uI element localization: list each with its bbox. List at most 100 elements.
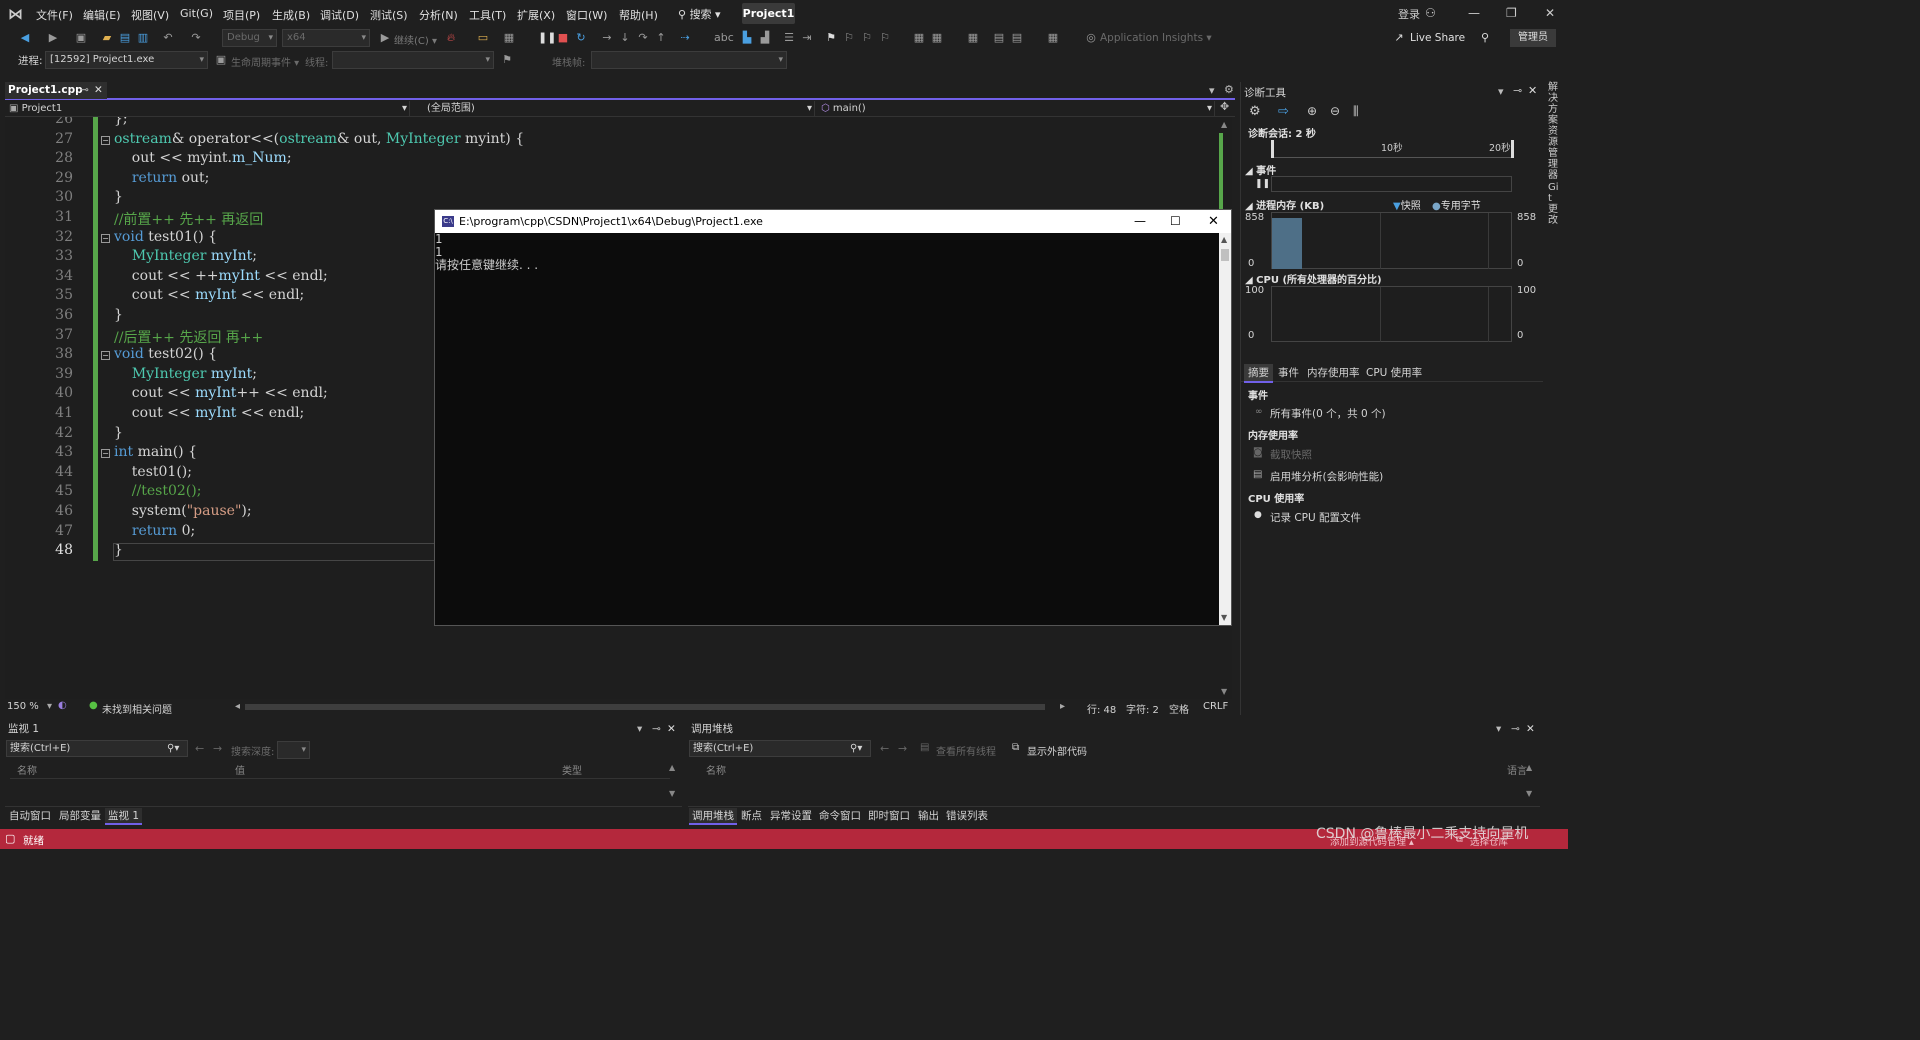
layout-icon-4[interactable]: ▤	[992, 31, 1006, 45]
code-line[interactable]: void test02() {	[114, 346, 217, 362]
layout-icon-6[interactable]: ▦	[1046, 31, 1060, 45]
diag-close-icon[interactable]: ✕	[1528, 84, 1537, 97]
menu-extensions[interactable]: 扩展(X)	[517, 7, 555, 23]
callstack-back-icon[interactable]: ←	[880, 742, 889, 755]
comment-icon[interactable]: ▙	[740, 31, 754, 45]
feedback-icon[interactable]: ⚲	[1478, 31, 1492, 45]
collapse-toggle-icon[interactable]: −	[101, 351, 110, 361]
collapse-toggle-icon[interactable]: −	[101, 135, 110, 145]
bookmark-icon[interactable]: ⚑	[824, 31, 838, 45]
hscroll-right-icon[interactable]: ▸	[1060, 701, 1065, 712]
tab-memory-usage[interactable]: 内存使用率	[1307, 365, 1360, 380]
save-all-icon[interactable]: ▥	[136, 31, 150, 45]
menu-debug[interactable]: 调试(D)	[320, 7, 359, 23]
code-line[interactable]: out << myint.m_Num;	[114, 150, 292, 166]
menu-analyze[interactable]: 分析(N)	[419, 7, 458, 23]
watch-forward-icon[interactable]: →	[213, 742, 222, 755]
callstack-forward-icon[interactable]: →	[898, 742, 907, 755]
callstack-dropdown-icon[interactable]: ▾	[1496, 720, 1501, 738]
new-item-icon[interactable]: ▣	[74, 31, 88, 45]
collapse-toggle-icon[interactable]: −	[101, 449, 110, 459]
app-insights-button[interactable]: Application Insights ▾	[1100, 32, 1212, 44]
close-icon[interactable]: ✕	[1545, 6, 1555, 20]
zoom-out-icon[interactable]: ⊖	[1330, 104, 1340, 118]
tab-breakpoints[interactable]: 断点	[741, 808, 762, 823]
menu-project[interactable]: 项目(P)	[223, 7, 260, 23]
view-all-threads-button[interactable]: 查看所有线程	[936, 743, 996, 758]
continue-button[interactable]: 继续(C) ▾	[394, 32, 437, 47]
platform-dropdown[interactable]: x64	[282, 29, 370, 47]
code-line[interactable]: };	[114, 117, 128, 127]
watch-close-icon[interactable]: ✕	[667, 720, 676, 738]
browse-icon[interactable]: ▭	[476, 31, 490, 45]
code-line[interactable]: }	[114, 307, 123, 323]
cpu-graph[interactable]	[1271, 286, 1512, 342]
tab-events[interactable]: 事件	[1278, 365, 1299, 380]
pin-icon[interactable]: ⊸	[80, 82, 89, 99]
console-scrollbar[interactable]: ▲ ▼	[1219, 233, 1231, 625]
callstack-close-icon[interactable]: ✕	[1526, 720, 1535, 738]
continue-icon[interactable]: ▶	[378, 31, 392, 45]
menu-file[interactable]: 文件(F)	[36, 7, 73, 23]
tab-watch1[interactable]: 监视 1	[105, 808, 143, 825]
chart-icon[interactable]: ⫼	[1353, 104, 1359, 119]
export-icon[interactable]: ⇨	[1278, 104, 1289, 119]
zoom-in-icon[interactable]: ⊕	[1307, 104, 1317, 118]
show-next-statement-icon[interactable]: →	[600, 31, 614, 45]
diag-pin-icon[interactable]: ⊸	[1513, 84, 1522, 97]
back-icon[interactable]: ◀	[18, 31, 32, 45]
callstack-scrollbar[interactable]: ▲ ▼	[1526, 760, 1538, 804]
watch-scrollbar[interactable]: ▲ ▼	[669, 760, 681, 804]
tab-settings-icon[interactable]: ⚙	[1224, 83, 1234, 96]
hot-reload-icon[interactable]: 🔥︎	[444, 31, 458, 45]
menu-git[interactable]: Git(G)	[180, 7, 213, 20]
code-line[interactable]: cout << myInt++ << endl;	[114, 385, 328, 401]
watch-back-icon[interactable]: ←	[195, 742, 204, 755]
stackframe-dropdown[interactable]	[591, 51, 787, 69]
tab-project1-cpp[interactable]: Project1.cpp ⊸ ✕	[5, 82, 107, 99]
tab-close-icon[interactable]: ✕	[94, 82, 103, 99]
take-snapshot-button[interactable]: 截取快照	[1270, 447, 1312, 462]
copilot-icon[interactable]: ◐	[58, 700, 67, 711]
scope-nav-dropdown[interactable]: (全局范围) ▾	[415, 101, 815, 116]
menu-build[interactable]: 生成(B)	[272, 7, 310, 23]
code-line[interactable]: //前置++ 先++ 再返回	[114, 209, 263, 229]
watch-dropdown-icon[interactable]: ▾	[637, 720, 642, 738]
restart-icon[interactable]: ↻	[574, 31, 588, 45]
config-dropdown[interactable]: Debug	[222, 29, 277, 47]
menu-edit[interactable]: 编辑(E)	[83, 7, 121, 23]
menu-test[interactable]: 测试(S)	[370, 7, 408, 23]
spell-check-icon[interactable]: abc	[714, 31, 734, 45]
console-close-icon[interactable]: ✕	[1208, 210, 1219, 233]
search-depth-dropdown[interactable]	[277, 741, 310, 759]
hscroll-left-icon[interactable]: ◂	[235, 701, 240, 712]
diag-dropdown-icon[interactable]: ▾	[1498, 85, 1504, 98]
process-dropdown[interactable]: [12592] Project1.exe	[45, 51, 208, 69]
editor-horizontal-scrollbar[interactable]	[245, 704, 1045, 710]
memory-graph[interactable]	[1271, 212, 1512, 269]
tab-exception-settings[interactable]: 异常设置	[770, 808, 812, 823]
open-folder-icon[interactable]: ▰	[100, 31, 114, 45]
watch-search-input[interactable]: 搜索(Ctrl+E) ⚲▾	[6, 740, 188, 757]
layout-icon-1[interactable]: ▦	[912, 31, 926, 45]
char-indicator[interactable]: 字符: 2	[1126, 701, 1159, 716]
tab-overflow-icon[interactable]: ▾	[1209, 84, 1215, 97]
account-icon[interactable]: ⚇	[1425, 6, 1436, 20]
code-line[interactable]: }	[114, 425, 123, 441]
console-minimize-icon[interactable]: —	[1134, 210, 1146, 233]
tab-error-list[interactable]: 错误列表	[946, 808, 988, 823]
callstack-search-input[interactable]: 搜索(Ctrl+E) ⚲▾	[689, 740, 871, 757]
code-line[interactable]: MyInteger myInt;	[114, 248, 257, 264]
code-line[interactable]: ostream& operator<<(ostream& out, MyInte…	[114, 131, 524, 147]
code-line[interactable]: cout << myInt << endl;	[114, 287, 304, 303]
tab-locals[interactable]: 局部变量	[59, 808, 101, 823]
uncomment-icon[interactable]: ▟	[758, 31, 772, 45]
save-icon[interactable]: ▤	[118, 31, 132, 45]
live-share-button[interactable]: Live Share	[1410, 32, 1465, 44]
timeline-ruler[interactable]: 10秒 20秒	[1271, 140, 1514, 158]
record-cpu-button[interactable]: 记录 CPU 配置文件	[1270, 510, 1361, 525]
redo-icon[interactable]: ↷	[189, 31, 203, 45]
tab-command-window[interactable]: 命令窗口	[819, 808, 861, 823]
zoom-level[interactable]: 150 %	[7, 701, 39, 712]
code-line[interactable]: cout << myInt << endl;	[114, 405, 304, 421]
